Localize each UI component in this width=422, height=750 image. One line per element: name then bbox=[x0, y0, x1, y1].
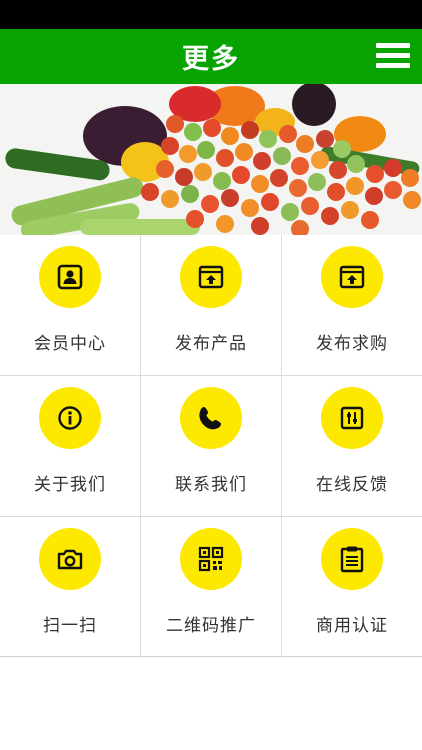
grid-row: 会员中心 发布产品 发布求购 bbox=[0, 235, 422, 376]
info-icon bbox=[39, 387, 101, 449]
camera-icon bbox=[39, 528, 101, 590]
grid-item-label: 发布产品 bbox=[175, 334, 247, 354]
grid-item-publish-product[interactable]: 发布产品 bbox=[140, 235, 281, 375]
header-bar: 更多 bbox=[0, 29, 422, 84]
status-bar bbox=[0, 0, 422, 29]
grid-item-label: 商用认证 bbox=[316, 616, 388, 636]
hamburger-menu-icon[interactable] bbox=[376, 41, 410, 71]
publish-product-icon bbox=[180, 246, 242, 308]
grid-item-label: 扫一扫 bbox=[43, 616, 97, 636]
phone-icon bbox=[180, 387, 242, 449]
grid-item-about-us[interactable]: 关于我们 bbox=[0, 376, 140, 516]
grid-item-label: 关于我们 bbox=[34, 475, 106, 495]
grid-item-scan[interactable]: 扫一扫 bbox=[0, 517, 140, 657]
grid-item-label: 二维码推广 bbox=[166, 616, 256, 636]
grid-item-label: 发布求购 bbox=[316, 334, 388, 354]
feature-grid: 会员中心 发布产品 发布求购 关于我们 联系我们 在线反馈 扫一扫 二维码推广 … bbox=[0, 235, 422, 657]
member-card-icon bbox=[39, 246, 101, 308]
grid-item-contact-us[interactable]: 联系我们 bbox=[140, 376, 281, 516]
qr-code-icon bbox=[180, 528, 242, 590]
grid-item-label: 联系我们 bbox=[175, 475, 247, 495]
vegetable-banner-image bbox=[0, 84, 422, 235]
grid-item-member-center[interactable]: 会员中心 bbox=[0, 235, 140, 375]
feedback-icon bbox=[321, 387, 383, 449]
clipboard-icon bbox=[321, 528, 383, 590]
grid-item-business-certification[interactable]: 商用认证 bbox=[281, 517, 422, 657]
grid-item-publish-request[interactable]: 发布求购 bbox=[281, 235, 422, 375]
grid-item-online-feedback[interactable]: 在线反馈 bbox=[281, 376, 422, 516]
page-title: 更多 bbox=[182, 44, 240, 75]
grid-item-label: 在线反馈 bbox=[316, 475, 388, 495]
grid-row: 关于我们 联系我们 在线反馈 bbox=[0, 376, 422, 517]
publish-request-icon bbox=[321, 246, 383, 308]
grid-item-qr-promotion[interactable]: 二维码推广 bbox=[140, 517, 281, 657]
grid-item-label: 会员中心 bbox=[34, 334, 106, 354]
grid-row: 扫一扫 二维码推广 商用认证 bbox=[0, 517, 422, 657]
